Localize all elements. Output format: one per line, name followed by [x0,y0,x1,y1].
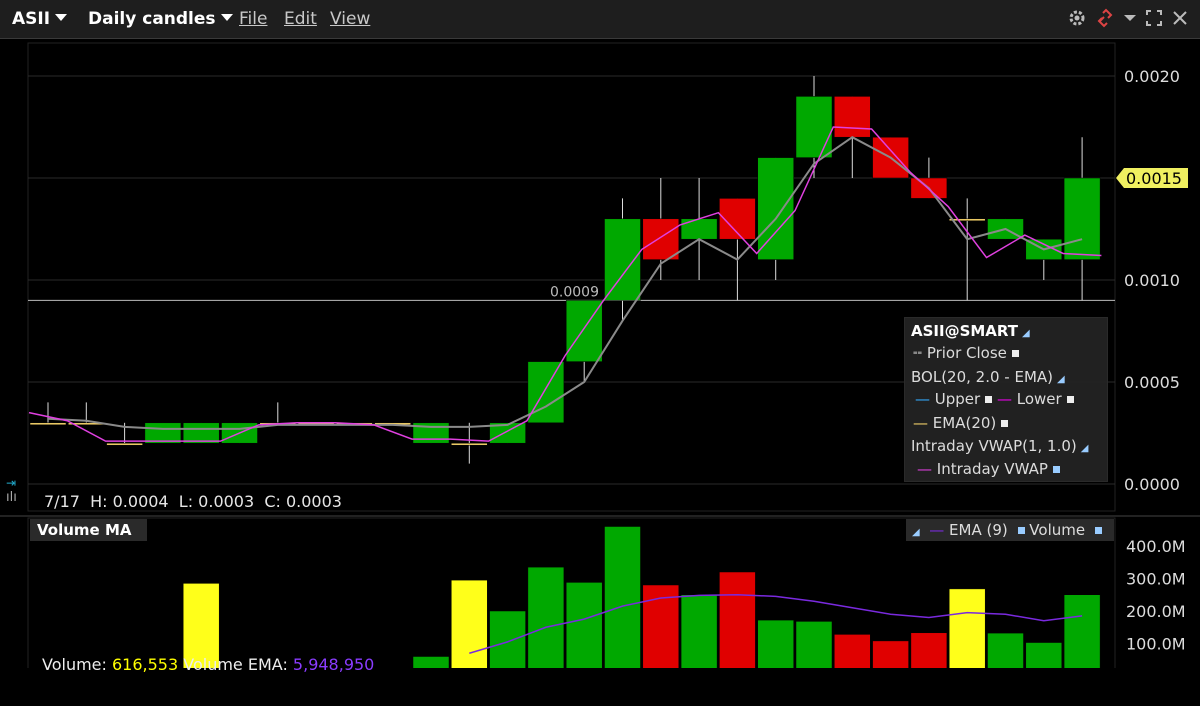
arrow-icon: ◢ [1057,374,1065,385]
arrow-icon[interactable]: ◢ [1022,328,1030,339]
bars-icon[interactable]: ılı [6,490,17,505]
volume-bar [948,588,986,668]
volume-readout: Volume: 616,553 Volume EMA: 5,948,950 [42,655,374,674]
volume-bar [872,640,909,668]
checkbox-icon [1094,527,1102,534]
volume-bar [604,526,641,668]
volume-tick-label: 400.0M [1126,537,1186,556]
checkbox-icon [1011,350,1019,357]
volume-bar [412,656,450,668]
info-high: H: 0.0004 [90,492,169,511]
volume-bar [757,619,794,668]
volume-bar [451,579,488,668]
legend-volume[interactable]: Volume [1029,521,1085,539]
volume-panel-label: Volume MA [30,519,147,541]
legend-vwap[interactable]: — Intraday VWAP [917,460,1060,478]
volume-legend: ◢ — EMA (9) Volume [906,519,1114,541]
volume-bar [527,566,565,668]
legend-ema9[interactable]: EMA (9) [949,521,1008,539]
ohlc-info: 7/17 H: 0.0004 L: 0.0003 C: 0.0003 [44,492,342,511]
volume-bar [795,621,833,668]
volume-tick-label: 100.0M [1126,635,1186,654]
arrow-icon: ◢ [1080,443,1089,454]
volume-bar [834,634,871,668]
volume-ema-caption: Volume EMA: [183,655,288,674]
volume-bar [987,632,1024,668]
legend-prior-close[interactable]: ╍ Prior Close [913,344,1019,362]
volume-bar [680,594,718,668]
chart-tools[interactable]: ⇥ ılı [6,476,17,505]
legend-bol[interactable]: BOL(20, 2.0 - EMA) ◢ [911,368,1065,386]
volume-tick-label: 300.0M [1126,570,1186,589]
volume-tick-label: 200.0M [1126,602,1186,621]
volume-bar [719,571,756,668]
volume-value: 616,553 [112,655,179,674]
checkbox-icon [1017,527,1025,534]
volume-caption: Volume: [42,655,107,674]
legend-lower: Lower [1016,390,1062,408]
volume-bar [910,632,948,668]
volume-bar [489,610,526,668]
arrow-icon[interactable]: ◢ [912,527,920,538]
volume-bar [1063,594,1101,668]
info-low: L: 0.0003 [178,492,255,511]
checkbox-icon [1052,466,1060,473]
volume-ema-value: 5,948,950 [292,655,375,674]
legend-title: ASII@SMART ◢ [911,322,1030,340]
indicator-legend: ASII@SMART ◢ ╍ Prior Close BOL(20, 2.0 - … [904,317,1108,482]
info-date: 7/17 [44,492,80,511]
crosshair-icon[interactable]: ⇥ [6,476,17,490]
info-close: C: 0.0003 [264,492,342,511]
checkbox-icon [1001,420,1009,427]
legend-vwap-group[interactable]: Intraday VWAP(1, 1.0) ◢ [911,437,1088,455]
legend-upper[interactable]: — Upper — Lower [915,390,1074,408]
volume-bar [565,582,603,668]
volume-bar [1025,642,1063,668]
checkbox-icon [1066,396,1074,403]
legend-ema[interactable]: — EMA(20) [913,414,1009,432]
